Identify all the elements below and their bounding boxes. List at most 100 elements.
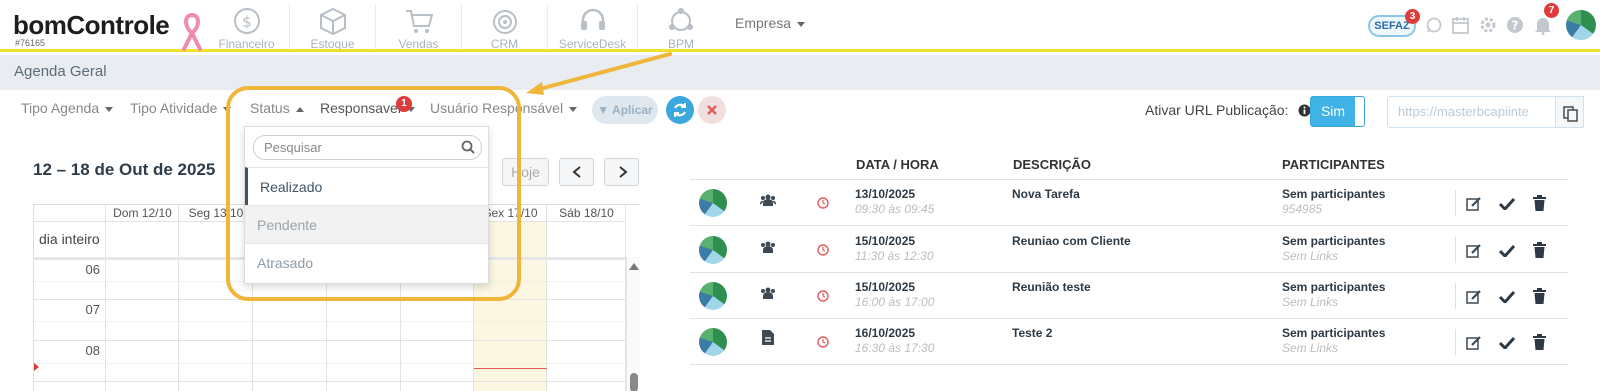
- event-description: Reuniao com Cliente: [1012, 234, 1131, 248]
- column-header-participants: PARTICIPANTES: [1282, 157, 1385, 172]
- publish-url-input[interactable]: https://masterbcapiinte: [1387, 96, 1555, 128]
- user-avatar[interactable]: [1566, 10, 1596, 40]
- table-row[interactable]: 15/10/2025 11:30 às 12:30 Reuniao com Cl…: [690, 227, 1568, 273]
- nav-bpm[interactable]: BPM: [638, 4, 724, 51]
- check-icon[interactable]: [1499, 197, 1515, 210]
- gear-icon[interactable]: [1479, 16, 1497, 34]
- now-indicator-arrow: [34, 363, 39, 371]
- whatsapp-icon[interactable]: [1426, 17, 1442, 33]
- grid-line: [34, 381, 626, 382]
- apply-filter-button[interactable]: ▼ Aplicar: [592, 96, 658, 124]
- event-date: 15/10/2025: [855, 280, 916, 294]
- day-header: Sáb 18/10: [559, 206, 614, 220]
- filter-icon: ▼: [597, 103, 610, 117]
- sefaz-label: SEFAZ: [1374, 20, 1410, 32]
- sefaz-badge: 3: [1405, 9, 1420, 24]
- grid-line: [34, 321, 626, 322]
- check-icon[interactable]: [1499, 290, 1515, 303]
- document-icon: [762, 330, 774, 345]
- chevron-left-icon: [572, 166, 581, 178]
- nav-label: Vendas: [398, 37, 439, 51]
- table-row[interactable]: 15/10/2025 16:00 às 17:00 Reunião teste …: [690, 273, 1568, 319]
- nav-label: CRM: [490, 37, 519, 51]
- filter-label: Tipo Agenda: [21, 100, 100, 116]
- scroll-up-icon[interactable]: [629, 263, 639, 270]
- clock-icon: [817, 244, 829, 256]
- edit-icon[interactable]: [1466, 335, 1482, 350]
- chevron-down-icon: [569, 106, 578, 112]
- event-participants: Sem participantes: [1282, 187, 1386, 201]
- calendar-scrollbar[interactable]: [626, 257, 640, 391]
- chevron-right-icon: [619, 166, 628, 178]
- svg-text:?: ?: [1512, 19, 1519, 33]
- dollar-coin-icon: $: [234, 8, 260, 34]
- prev-week-button[interactable]: [559, 158, 594, 186]
- bell-icon[interactable]: [1534, 15, 1552, 35]
- nav-financeiro[interactable]: $ Financeiro: [204, 4, 290, 51]
- trash-icon[interactable]: [1533, 334, 1546, 350]
- event-time: 11:30 às 12:30: [855, 249, 934, 263]
- event-description: Reunião teste: [1012, 280, 1091, 294]
- scroll-thumb[interactable]: [630, 373, 638, 391]
- nav-servicedesk[interactable]: ServiceDesk: [548, 4, 638, 51]
- publish-toggle[interactable]: Sim: [1310, 96, 1365, 127]
- clock-icon: [817, 336, 829, 348]
- hour-label: 07: [85, 302, 100, 317]
- all-day-label: dia inteiro: [39, 231, 100, 247]
- participant-avatar: [699, 236, 727, 264]
- nav-crm[interactable]: CRM: [462, 4, 548, 51]
- apply-label: Aplicar: [612, 103, 653, 117]
- event-time: 09:30 às 09:45: [855, 202, 935, 216]
- event-participants: Sem participantes: [1282, 280, 1386, 294]
- group-icon: [761, 241, 775, 253]
- nav-label: Financeiro: [218, 37, 275, 51]
- event-date: 13/10/2025: [855, 187, 916, 201]
- account-id: #76165: [15, 38, 46, 48]
- chevron-down-icon: [105, 106, 114, 112]
- filter-tipo-atividade[interactable]: Tipo Atividade: [130, 100, 232, 116]
- table-row[interactable]: 16/10/2025 16:30 às 17:30 Teste 2 Sem pa…: [690, 319, 1568, 365]
- calendar-icon[interactable]: [1452, 16, 1469, 34]
- svg-text:$: $: [242, 13, 252, 31]
- trash-icon[interactable]: [1533, 195, 1546, 211]
- edit-icon[interactable]: [1466, 243, 1482, 258]
- top-navbar: bomControle #76165 $ Financeiro Estoque …: [0, 0, 1600, 52]
- filter-tipo-agenda[interactable]: Tipo Agenda: [21, 100, 114, 116]
- table-row[interactable]: 13/10/2025 09:30 às 09:45 Nova Tarefa Se…: [690, 180, 1568, 226]
- trash-icon[interactable]: [1533, 288, 1546, 304]
- event-date: 15/10/2025: [855, 234, 916, 248]
- clear-filter-button[interactable]: [698, 96, 726, 124]
- box-icon: [320, 7, 346, 36]
- next-week-button[interactable]: [604, 158, 639, 186]
- nav-vendas[interactable]: Vendas: [376, 4, 462, 51]
- edit-icon[interactable]: [1466, 289, 1482, 304]
- check-icon[interactable]: [1499, 244, 1515, 257]
- column-header-date: DATA / HORA: [856, 157, 939, 172]
- edit-icon[interactable]: [1466, 196, 1482, 211]
- publish-label-text: Ativar URL Publicação:: [1145, 102, 1289, 118]
- trash-icon[interactable]: [1533, 242, 1546, 258]
- row-actions: [1455, 329, 1565, 355]
- event-description: Teste 2: [1012, 326, 1053, 340]
- grid-line: [34, 340, 626, 341]
- event-time: 16:30 às 17:30: [855, 341, 935, 355]
- day-header: Dom 12/10: [113, 206, 172, 220]
- empresa-dropdown[interactable]: Empresa: [735, 15, 806, 31]
- event-participants: Sem participantes: [1282, 234, 1386, 248]
- refresh-button[interactable]: [666, 96, 694, 124]
- nav-label: ServiceDesk: [558, 37, 627, 51]
- column-header-description: DESCRIÇÃO: [1013, 157, 1092, 172]
- publish-url-label: Ativar URL Publicação:: [1145, 102, 1311, 118]
- help-icon[interactable]: ?: [1506, 16, 1524, 34]
- row-actions: [1455, 190, 1565, 216]
- logo[interactable]: bomControle: [13, 10, 170, 41]
- annotation-arrow: [526, 52, 672, 95]
- clock-icon: [817, 197, 829, 209]
- nav-estoque[interactable]: Estoque: [290, 4, 376, 51]
- copy-url-button[interactable]: [1555, 96, 1584, 128]
- participant-avatar: [699, 189, 727, 217]
- filter-label: Tipo Atividade: [130, 100, 218, 116]
- check-icon[interactable]: [1499, 336, 1515, 349]
- refresh-icon: [674, 103, 686, 117]
- chevron-down-icon: [797, 21, 806, 27]
